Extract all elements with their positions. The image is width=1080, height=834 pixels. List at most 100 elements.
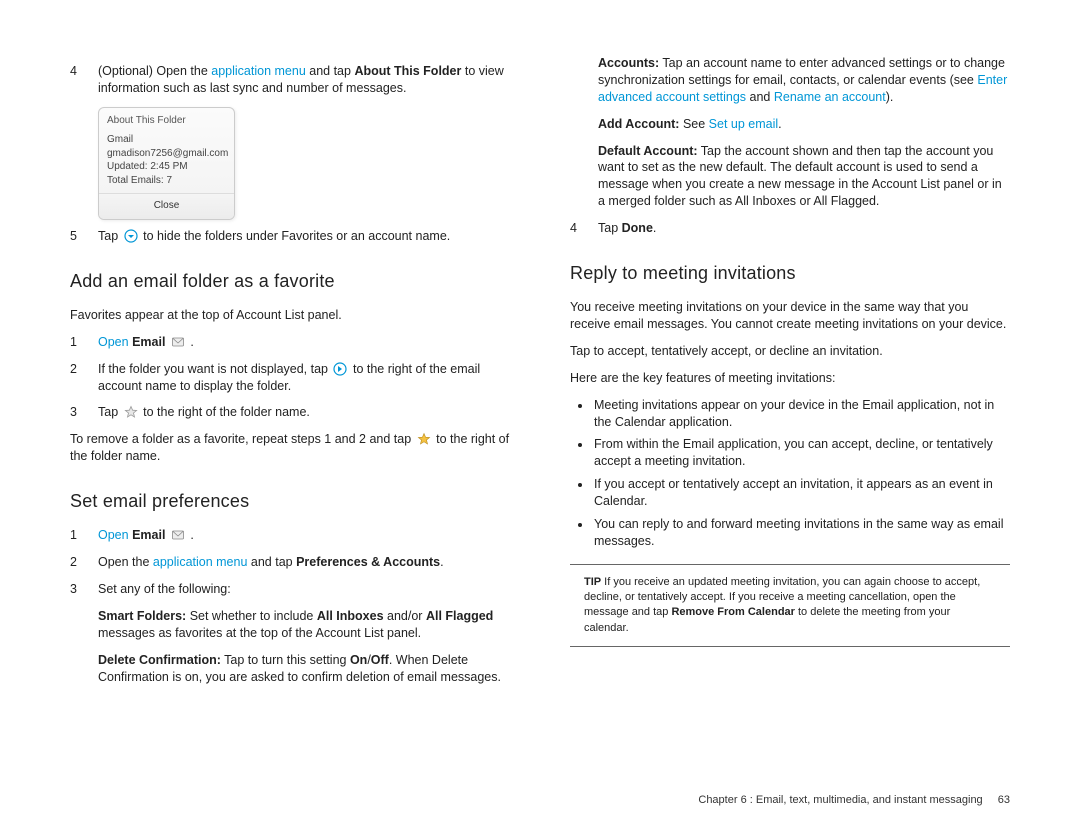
step-body: Set any of the following: (98, 581, 510, 598)
email-app-icon (171, 528, 185, 542)
text: and (746, 90, 774, 104)
text: and tap (306, 64, 355, 78)
application-menu-link[interactable]: application menu (211, 64, 306, 78)
off-label: Off (371, 653, 389, 667)
pref-step-1: 1 Open Email . (70, 527, 510, 544)
popup-line: Updated: 2:45 PM (107, 160, 226, 174)
delete-confirmation-label: Delete Confirmation: (98, 653, 221, 667)
step-5: 5 Tap to hide the folders under Favorite… (70, 228, 510, 245)
email-label: Email (132, 528, 165, 542)
text: and tap (247, 555, 296, 569)
all-flagged-label: All Flagged (426, 609, 493, 623)
pref-step-3: 3 Set any of the following: (70, 581, 510, 598)
email-app-icon (171, 335, 185, 349)
chapter-label: Chapter 6 : Email, text, multimedia, and… (698, 794, 982, 806)
text: Tap (98, 405, 122, 419)
list-item: Meeting invitations appear on your devic… (592, 397, 1010, 431)
list-item: From within the Email application, you c… (592, 436, 1010, 470)
all-inboxes-label: All Inboxes (317, 609, 384, 623)
favorites-intro: Favorites appear at the top of Account L… (70, 307, 510, 324)
smart-folders-label: Smart Folders: (98, 609, 186, 623)
add-account-para: Add Account: See Set up email. (598, 116, 1010, 133)
step-number: 5 (70, 228, 98, 245)
text: If the folder you want is not displayed,… (98, 362, 331, 376)
list-item: You can reply to and forward meeting inv… (592, 516, 1010, 550)
reply-para-2: Tap to accept, tentatively accept, or de… (570, 343, 1010, 360)
remove-favorite-note: To remove a folder as a favorite, repeat… (70, 431, 510, 465)
reply-para-3: Here are the key features of meeting inv… (570, 370, 1010, 387)
popup-title: About This Folder (99, 108, 234, 132)
default-account-label: Default Account: (598, 144, 698, 158)
delete-confirmation-para: Delete Confirmation: Tap to turn this se… (98, 652, 510, 686)
page-number: 63 (998, 794, 1010, 806)
step-body: Open the application menu and tap Prefer… (98, 554, 510, 571)
step-body: Open Email . (98, 527, 510, 544)
step-number: 4 (570, 220, 598, 237)
right-column: Accounts: Tap an account name to enter a… (570, 55, 1010, 695)
popup-body: Gmail gmadison7256@gmail.com Updated: 2:… (99, 131, 234, 193)
text: See (679, 117, 708, 131)
accounts-label: Accounts: (598, 56, 659, 70)
text: . (190, 335, 193, 349)
step-body: (Optional) Open the application menu and… (98, 63, 510, 97)
meeting-features-list: Meeting invitations appear on your devic… (580, 397, 1010, 550)
step-body: Tap Done. (598, 220, 1010, 237)
default-account-para: Default Account: Tap the account shown a… (598, 143, 1010, 211)
page-footer: Chapter 6 : Email, text, multimedia, and… (698, 794, 1010, 806)
step-number: 2 (70, 361, 98, 395)
preferences-accounts-label: Preferences & Accounts (296, 555, 440, 569)
text: messages as favorites at the top of the … (98, 626, 421, 640)
collapse-arrow-icon (124, 229, 138, 243)
set-up-email-link[interactable]: Set up email (709, 117, 778, 131)
step-4: 4 (Optional) Open the application menu a… (70, 63, 510, 97)
two-column-layout: 4 (Optional) Open the application menu a… (70, 55, 1010, 695)
step-number: 2 (70, 554, 98, 571)
step-number: 1 (70, 334, 98, 351)
expand-arrow-icon (333, 362, 347, 376)
text: . (778, 117, 781, 131)
application-menu-link[interactable]: application menu (153, 555, 248, 569)
tip-label: TIP (584, 576, 601, 588)
text: Tap an account name to enter advanced se… (598, 56, 1005, 87)
text: Tap (598, 221, 622, 235)
step-number: 1 (70, 527, 98, 544)
page: 4 (Optional) Open the application menu a… (0, 0, 1080, 834)
star-filled-icon (417, 432, 431, 446)
step-body: Open Email . (98, 334, 510, 351)
accounts-para: Accounts: Tap an account name to enter a… (598, 55, 1010, 106)
text: (Optional) Open the (98, 64, 211, 78)
heading-set-email-preferences: Set email preferences (70, 489, 510, 513)
add-account-label: Add Account: (598, 117, 679, 131)
star-outline-icon (124, 405, 138, 419)
about-this-folder-popup: About This Folder Gmail gmadison7256@gma… (98, 107, 235, 220)
text: . (190, 528, 193, 542)
on-label: On (350, 653, 367, 667)
tip-box: TIP If you receive an updated meeting in… (570, 564, 1010, 648)
fav-step-1: 1 Open Email . (70, 334, 510, 351)
rename-account-link[interactable]: Rename an account (774, 90, 886, 104)
text: ). (886, 90, 894, 104)
pref-step-2: 2 Open the application menu and tap Pref… (70, 554, 510, 571)
popup-close-button[interactable]: Close (99, 193, 234, 219)
step-body: Tap to hide the folders under Favorites … (98, 228, 510, 245)
text: to the right of the folder name. (143, 405, 310, 419)
about-this-folder-label: About This Folder (354, 64, 461, 78)
text: . (653, 221, 656, 235)
step-number: 4 (70, 63, 98, 97)
remove-from-calendar-label: Remove From Calendar (671, 606, 794, 618)
text: to hide the folders under Favorites or a… (143, 229, 450, 243)
heading-reply-meeting-invitations: Reply to meeting invitations (570, 261, 1010, 285)
text: Tap (98, 229, 122, 243)
left-column: 4 (Optional) Open the application menu a… (70, 55, 510, 695)
open-link[interactable]: Open (98, 528, 129, 542)
fav-step-3: 3 Tap to the right of the folder name. (70, 404, 510, 421)
text: . (440, 555, 443, 569)
popup-line: Gmail (107, 133, 226, 147)
done-label: Done (622, 221, 653, 235)
reply-para-1: You receive meeting invitations on your … (570, 299, 1010, 333)
popup-line: Total Emails: 7 (107, 174, 226, 188)
fav-step-2: 2 If the folder you want is not displaye… (70, 361, 510, 395)
open-link[interactable]: Open (98, 335, 129, 349)
step-body: Tap to the right of the folder name. (98, 404, 510, 421)
text: Open the (98, 555, 153, 569)
